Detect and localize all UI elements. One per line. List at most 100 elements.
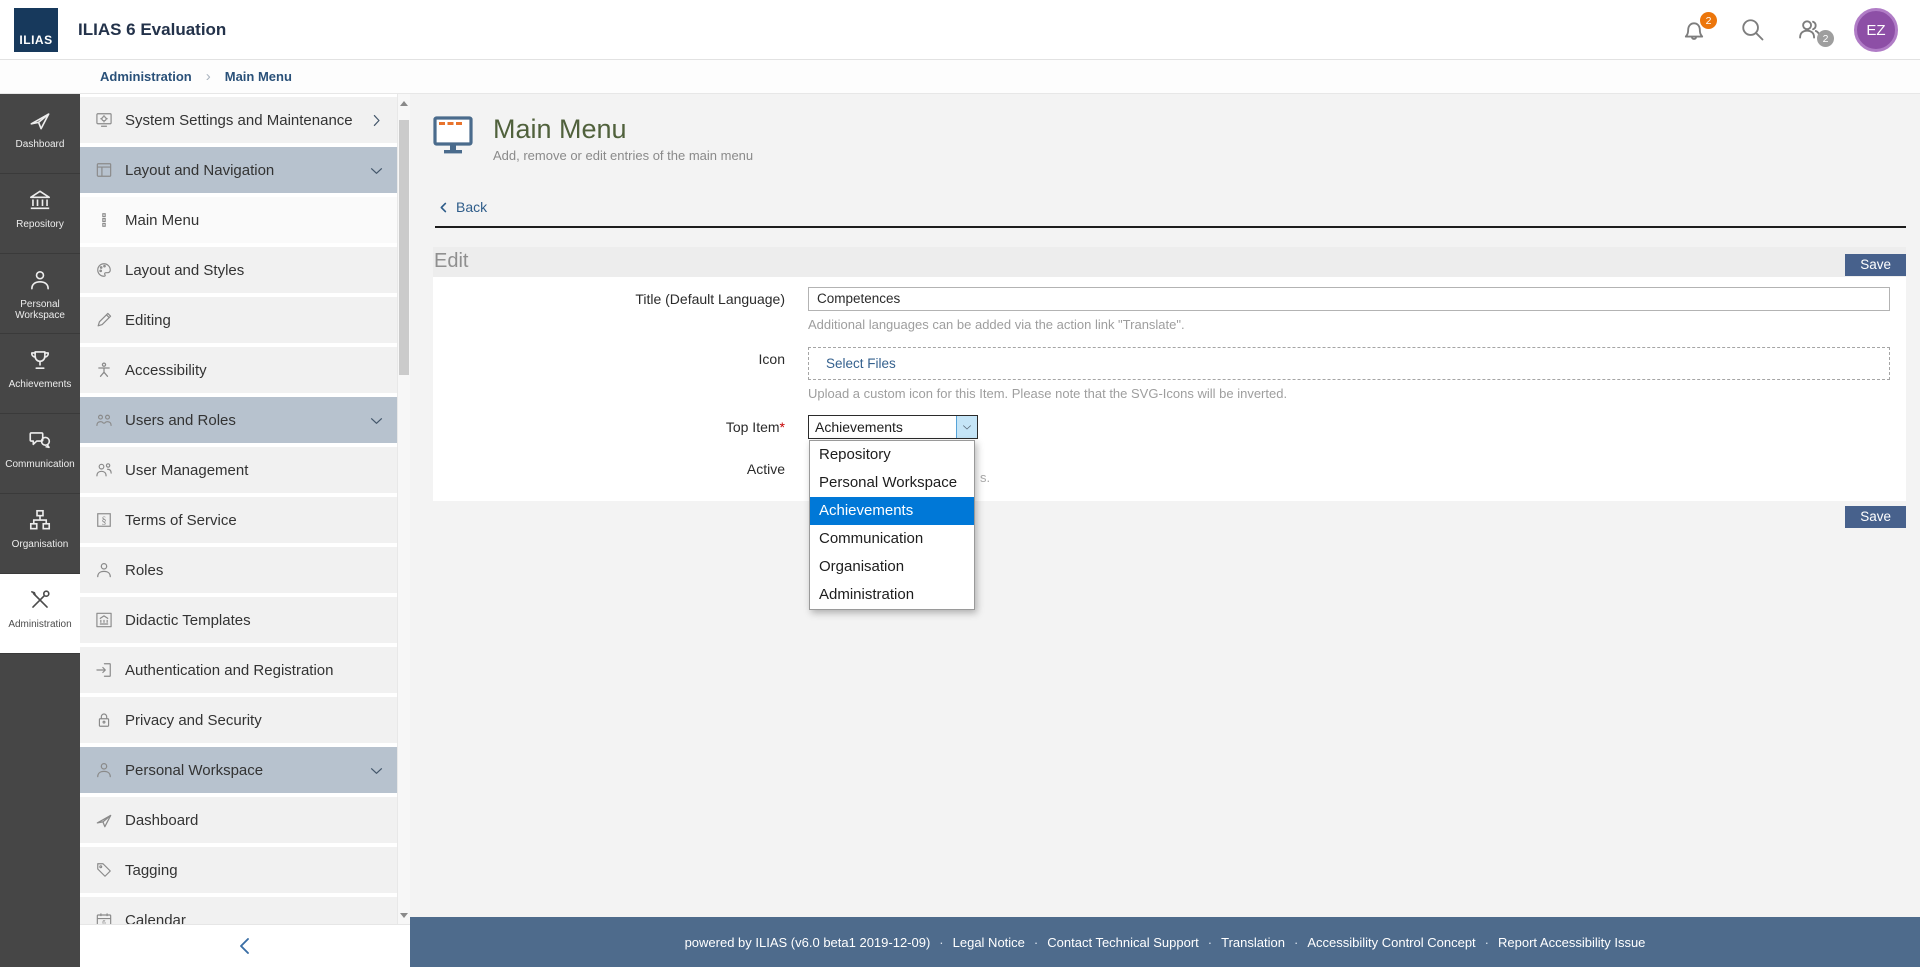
- active-field-byline-fragment: s.: [980, 470, 990, 485]
- sidebar-item-label: User Management: [125, 462, 385, 479]
- monitor-menu-icon: [433, 116, 477, 156]
- search-button[interactable]: [1738, 15, 1768, 45]
- layout-panel-icon: [94, 160, 114, 180]
- footer-link-accessibility-concept[interactable]: Accessibility Control Concept: [1307, 935, 1475, 950]
- sidebar-item-system-settings[interactable]: System Settings and Maintenance: [80, 97, 397, 143]
- option-achievements[interactable]: Achievements: [810, 497, 974, 525]
- contacts-button[interactable]: 2: [1796, 15, 1826, 45]
- title-field-byline: Additional languages can be added via th…: [808, 317, 1890, 332]
- back-label: Back: [456, 199, 487, 215]
- page-footer: powered by ILIAS (v6.0 beta1 2019-12-09)…: [410, 917, 1920, 967]
- ilias-logo[interactable]: ILIAS: [14, 8, 58, 52]
- save-button-bottom[interactable]: Save: [1845, 506, 1906, 528]
- sidebar-item-label: Layout and Styles: [125, 262, 385, 279]
- avatar[interactable]: EZ: [1854, 8, 1898, 52]
- top-item-dropdown: Repository Personal Workspace Achievemen…: [809, 440, 975, 610]
- rail-label: Administration: [6, 619, 73, 630]
- option-personal-workspace[interactable]: Personal Workspace: [810, 469, 974, 497]
- breadcrumb-chevron-icon: ›: [206, 68, 211, 85]
- sidebar-item-main-menu[interactable]: Main Menu: [80, 197, 397, 243]
- icon-dropzone[interactable]: Select Files: [808, 347, 1890, 380]
- sidebar-item-label: Privacy and Security: [125, 712, 385, 729]
- sidebar-item-label: Tagging: [125, 862, 385, 879]
- sidebar-item-dashboard[interactable]: Dashboard: [80, 797, 397, 843]
- sidebar-item-layout-and-styles[interactable]: Layout and Styles: [80, 247, 397, 293]
- scrollbar-thumb[interactable]: [399, 120, 409, 375]
- sidebar-item-label: Layout and Navigation: [125, 162, 368, 179]
- chevron-down-icon: [368, 412, 385, 429]
- list-dots-icon: [94, 210, 114, 230]
- save-button-top[interactable]: Save: [1845, 254, 1906, 276]
- sidebar-item-personal-workspace[interactable]: Personal Workspace: [80, 747, 397, 793]
- back-link[interactable]: Back: [437, 199, 487, 215]
- sidebar-item-layout-and-navigation[interactable]: Layout and Navigation: [80, 147, 397, 193]
- option-repository[interactable]: Repository: [810, 441, 974, 469]
- sidebar-item-authentication[interactable]: Authentication and Registration: [80, 647, 397, 693]
- sidebar-item-roles[interactable]: Roles: [80, 547, 397, 593]
- required-marker: *: [780, 419, 785, 435]
- scrollbar-down-arrow[interactable]: [398, 908, 410, 922]
- footer-link-legal-notice[interactable]: Legal Notice: [953, 935, 1025, 950]
- sidebar-item-label: Personal Workspace: [125, 762, 368, 779]
- ilias-window: ILIAS ILIAS 6 Evaluation 2 2 EZ Administ…: [0, 0, 1920, 968]
- sidebar-item-label: Terms of Service: [125, 512, 385, 529]
- users-group-icon: [94, 410, 114, 430]
- option-organisation[interactable]: Organisation: [810, 553, 974, 581]
- topbar-actions: 2 2 EZ: [1680, 0, 1898, 60]
- org-chart-icon: [27, 507, 53, 533]
- pen-icon: [94, 310, 114, 330]
- rail-item-repository[interactable]: Repository: [0, 174, 80, 254]
- title-input[interactable]: [808, 287, 1890, 311]
- option-administration[interactable]: Administration: [810, 581, 974, 609]
- notifications-button[interactable]: 2: [1680, 15, 1710, 45]
- sidebar-collapse-button[interactable]: [80, 924, 410, 967]
- sidebar-item-terms-of-service[interactable]: Terms of Service: [80, 497, 397, 543]
- sidebar-scrollbar[interactable]: [397, 94, 410, 924]
- footer-link-translation[interactable]: Translation: [1221, 935, 1285, 950]
- rail-item-achievements[interactable]: Achievements: [0, 334, 80, 414]
- tag-icon: [94, 860, 114, 880]
- breadcrumb: Administration › Main Menu: [0, 60, 1920, 94]
- top-item-select[interactable]: Achievements Repository Personal Workspa…: [808, 415, 978, 439]
- select-arrow-button[interactable]: [956, 416, 977, 438]
- accessibility-icon: [94, 360, 114, 380]
- sidebar-item-label: Authentication and Registration: [125, 662, 385, 679]
- footer-separator: ·: [1294, 935, 1298, 950]
- sidebar-list: System Settings and Maintenance Layout a…: [80, 94, 397, 924]
- sidebar-item-label: Editing: [125, 312, 385, 329]
- rail-item-organisation[interactable]: Organisation: [0, 494, 80, 574]
- lock-icon: [94, 710, 114, 730]
- scrollbar-up-arrow[interactable]: [398, 96, 410, 110]
- rail-label: Personal Workspace: [0, 299, 80, 321]
- contacts-badge: 2: [1817, 30, 1834, 47]
- person-icon: [94, 760, 114, 780]
- footer-separator: ·: [939, 935, 943, 950]
- sidebar-item-accessibility[interactable]: Accessibility: [80, 347, 397, 393]
- sidebar-item-user-management[interactable]: User Management: [80, 447, 397, 493]
- footer-link-contact-support[interactable]: Contact Technical Support: [1047, 935, 1199, 950]
- login-icon: [94, 660, 114, 680]
- icon-field-row: Icon Select Files Upload a custom icon f…: [433, 347, 1906, 401]
- chevron-down-icon: [961, 421, 973, 433]
- sidebar-item-tagging[interactable]: Tagging: [80, 847, 397, 893]
- sidebar-item-label: Didactic Templates: [125, 612, 385, 629]
- sidebar-item-didactic-templates[interactable]: Didactic Templates: [80, 597, 397, 643]
- top-bar: ILIAS ILIAS 6 Evaluation 2 2 EZ: [0, 0, 1920, 60]
- breadcrumb-main-menu[interactable]: Main Menu: [225, 69, 292, 84]
- sidebar-item-editing[interactable]: Editing: [80, 297, 397, 343]
- calendar-icon: [94, 910, 114, 924]
- sidebar-item-privacy-and-security[interactable]: Privacy and Security: [80, 697, 397, 743]
- sidebar-item-calendar[interactable]: Calendar: [80, 897, 397, 924]
- rail-item-dashboard[interactable]: Dashboard: [0, 94, 80, 174]
- chevron-left-icon: [233, 934, 257, 958]
- breadcrumb-administration[interactable]: Administration: [100, 69, 192, 84]
- select-files-button[interactable]: Select Files: [826, 356, 896, 371]
- rail-item-administration[interactable]: Administration: [0, 574, 80, 654]
- option-communication[interactable]: Communication: [810, 525, 974, 553]
- page-subtitle: Add, remove or edit entries of the main …: [493, 148, 753, 163]
- icon-field-label: Icon: [433, 347, 785, 371]
- rail-item-personal-workspace[interactable]: Personal Workspace: [0, 254, 80, 334]
- rail-item-communication[interactable]: Communication: [0, 414, 80, 494]
- footer-link-report-accessibility[interactable]: Report Accessibility Issue: [1498, 935, 1645, 950]
- sidebar-item-users-and-roles[interactable]: Users and Roles: [80, 397, 397, 443]
